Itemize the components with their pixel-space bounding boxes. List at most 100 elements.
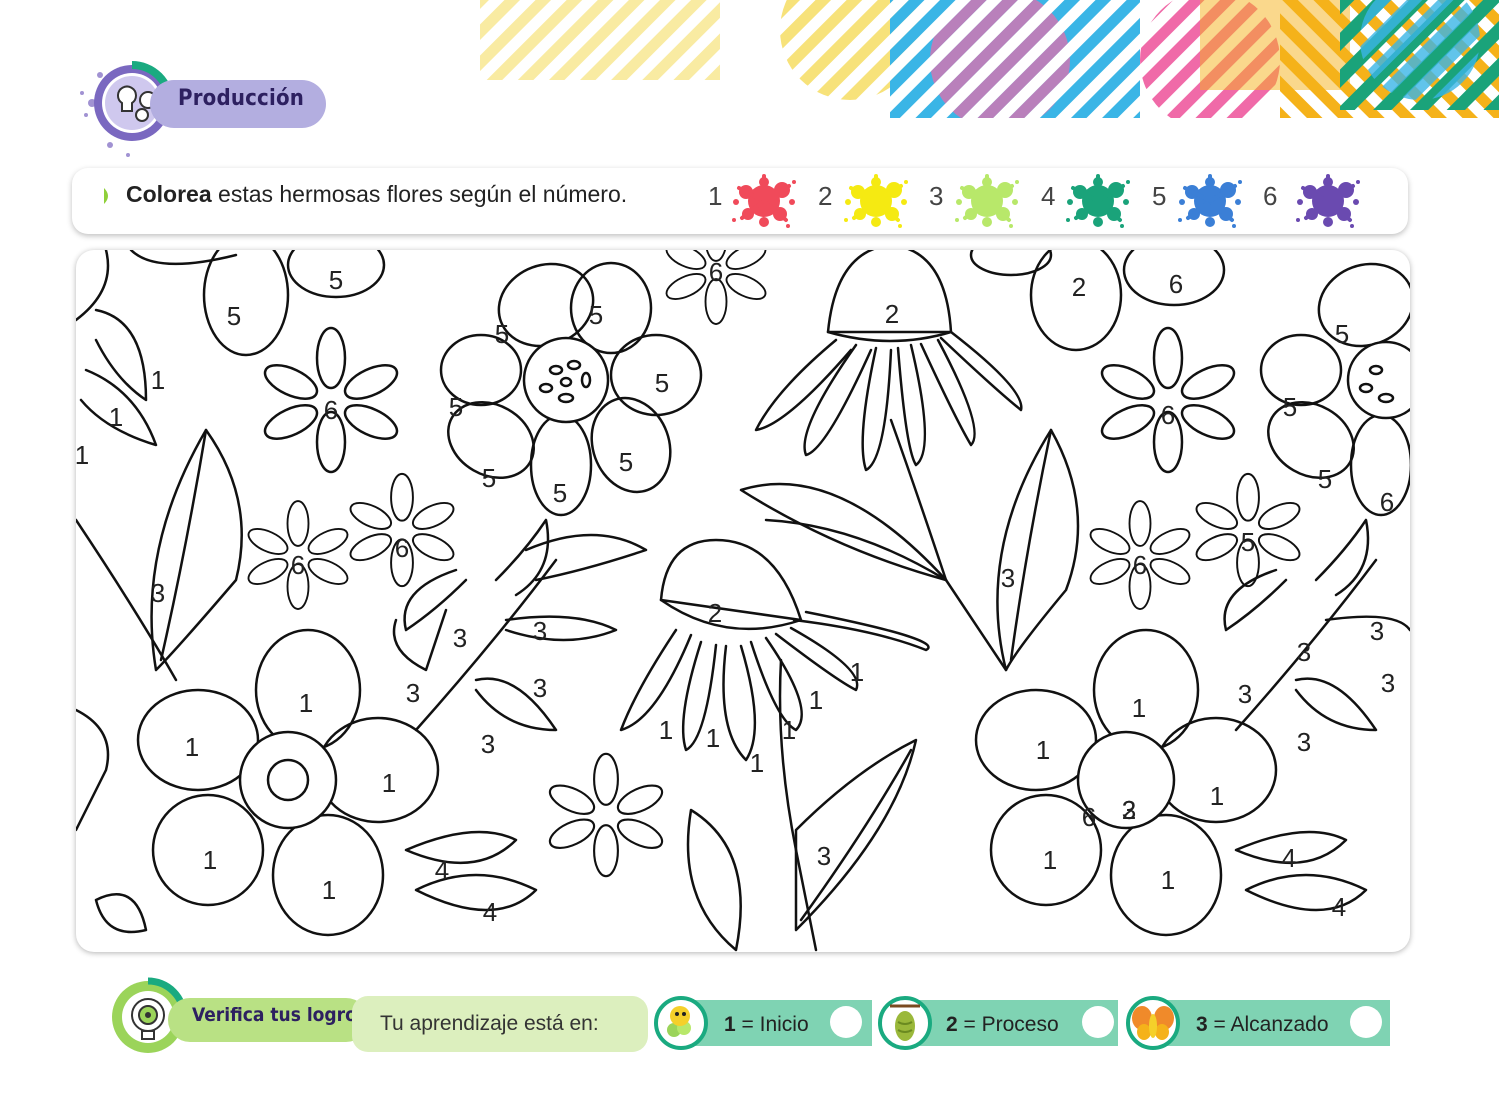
- level-check-circle[interactable]: [830, 1006, 862, 1038]
- region-number: 4: [1332, 892, 1346, 922]
- learning-prompt: Tu aprendizaje está en:: [380, 1012, 599, 1035]
- region-number: 5: [1283, 392, 1297, 422]
- region-number: 1: [850, 657, 864, 687]
- region-number: 3: [1001, 563, 1015, 593]
- color-key-number: 4: [1041, 181, 1056, 211]
- level-number: 2: [946, 1013, 958, 1036]
- caterpillar-icon: [654, 996, 708, 1050]
- region-number: 1: [1210, 781, 1224, 811]
- region-number: 3: [1238, 679, 1252, 709]
- color-key-number: 2: [818, 181, 833, 211]
- paint-splat-icon: [1178, 174, 1242, 228]
- region-number: 5: [329, 265, 343, 295]
- instruction-text: Colorea estas hermosas flores según el n…: [126, 181, 627, 208]
- level-text: = Alcanzado: [1207, 1013, 1329, 1036]
- region-number: 4: [483, 897, 497, 927]
- region-number: 5: [655, 368, 669, 398]
- region-number: 6: [324, 395, 338, 425]
- color-key-number: 5: [1152, 181, 1167, 211]
- region-number: 3: [481, 729, 495, 759]
- region-number: 1: [76, 440, 89, 470]
- level-label: 2 = Proceso: [946, 1013, 1059, 1037]
- region-number: 6: [1169, 269, 1183, 299]
- coloring-panel: 5511165555555666311111333334422111111332…: [76, 250, 1410, 952]
- level-text: = Inicio: [735, 1013, 809, 1036]
- region-number: 6: [709, 257, 723, 287]
- region-number: 1: [109, 402, 123, 432]
- region-number: 1: [809, 685, 823, 715]
- cocoon-icon: [878, 996, 932, 1050]
- region-number: 5: [1318, 464, 1332, 494]
- region-number: 1: [750, 748, 764, 778]
- region-number: 5: [495, 319, 509, 349]
- instruction-rest: estas hermosas flores según el número.: [211, 181, 628, 207]
- region-number: 3: [533, 616, 547, 646]
- region-number: 5: [482, 463, 496, 493]
- level-number: 1: [724, 1013, 736, 1036]
- region-number: 5: [553, 478, 567, 508]
- region-number: 2: [708, 598, 722, 628]
- top-decoration: [480, 0, 1499, 118]
- level-text: = Proceso: [957, 1013, 1059, 1036]
- level-label: 3 = Alcanzado: [1196, 1013, 1329, 1037]
- region-number: 1: [782, 715, 796, 745]
- region-number: 3: [406, 678, 420, 708]
- region-number: 3: [533, 673, 547, 703]
- region-number: 5: [619, 447, 633, 477]
- region-number: 1: [203, 845, 217, 875]
- paint-splat-icon: [732, 174, 796, 228]
- bullet-icon: [104, 188, 108, 204]
- region-number: 3: [817, 841, 831, 871]
- paint-splat-icon: [844, 174, 908, 228]
- region-number: 6: [1133, 550, 1147, 580]
- region-number: 1: [185, 732, 199, 762]
- region-number: 5: [1335, 319, 1349, 349]
- color-key-number: 3: [929, 181, 944, 211]
- paint-splat-icon: [1296, 174, 1360, 228]
- region-number: 6: [1161, 400, 1175, 430]
- region-number: 4: [435, 855, 449, 885]
- region-number: 2: [1122, 795, 1136, 825]
- region-number: 1: [1036, 735, 1050, 765]
- region-number: 3: [1297, 727, 1311, 757]
- color-key-number: 6: [1263, 181, 1278, 211]
- region-number: 1: [299, 688, 313, 718]
- level-inicio: 1 = Inicio: [654, 996, 872, 1050]
- color-key-number: 1: [708, 181, 723, 211]
- region-number: 1: [706, 723, 720, 753]
- level-alcanzado: 3 = Alcanzado: [1126, 996, 1390, 1050]
- region-number: 6: [395, 533, 409, 563]
- region-number: 1: [1132, 693, 1146, 723]
- region-number: 3: [1370, 616, 1384, 646]
- verify-title: Verifica tus logros: [192, 1004, 368, 1026]
- region-number: 1: [659, 715, 673, 745]
- instruction-bold: Colorea: [126, 181, 212, 207]
- section-title: Producción: [178, 86, 305, 111]
- flower-line-art: 551116555555 56663111113 333344221 11111332…: [76, 250, 1410, 952]
- region-number: 5: [1241, 527, 1255, 557]
- region-number: 6: [1380, 487, 1394, 517]
- butterfly-icon: [1126, 996, 1180, 1050]
- level-number: 3: [1196, 1013, 1208, 1036]
- region-number: 3: [1381, 668, 1395, 698]
- region-number: 5: [449, 392, 463, 422]
- region-number: 5: [589, 300, 603, 330]
- level-label: 1 = Inicio: [724, 1013, 809, 1037]
- paint-splat-icon: [1066, 174, 1130, 228]
- region-number: 6: [1082, 802, 1096, 832]
- region-number: 5: [227, 301, 241, 331]
- region-number: 6: [291, 550, 305, 580]
- paint-splat-icon: [955, 174, 1019, 228]
- region-number: 4: [1282, 843, 1296, 873]
- region-number: 1: [1043, 845, 1057, 875]
- level-proceso: 2 = Proceso: [878, 996, 1118, 1050]
- region-number: 2: [1072, 272, 1086, 302]
- level-check-circle[interactable]: [1350, 1006, 1382, 1038]
- region-number: 1: [322, 875, 336, 905]
- region-number: 3: [151, 578, 165, 608]
- region-number: 3: [1297, 637, 1311, 667]
- region-number: 3: [453, 623, 467, 653]
- region-number: 1: [151, 365, 165, 395]
- region-number: 2: [885, 299, 899, 329]
- level-check-circle[interactable]: [1082, 1006, 1114, 1038]
